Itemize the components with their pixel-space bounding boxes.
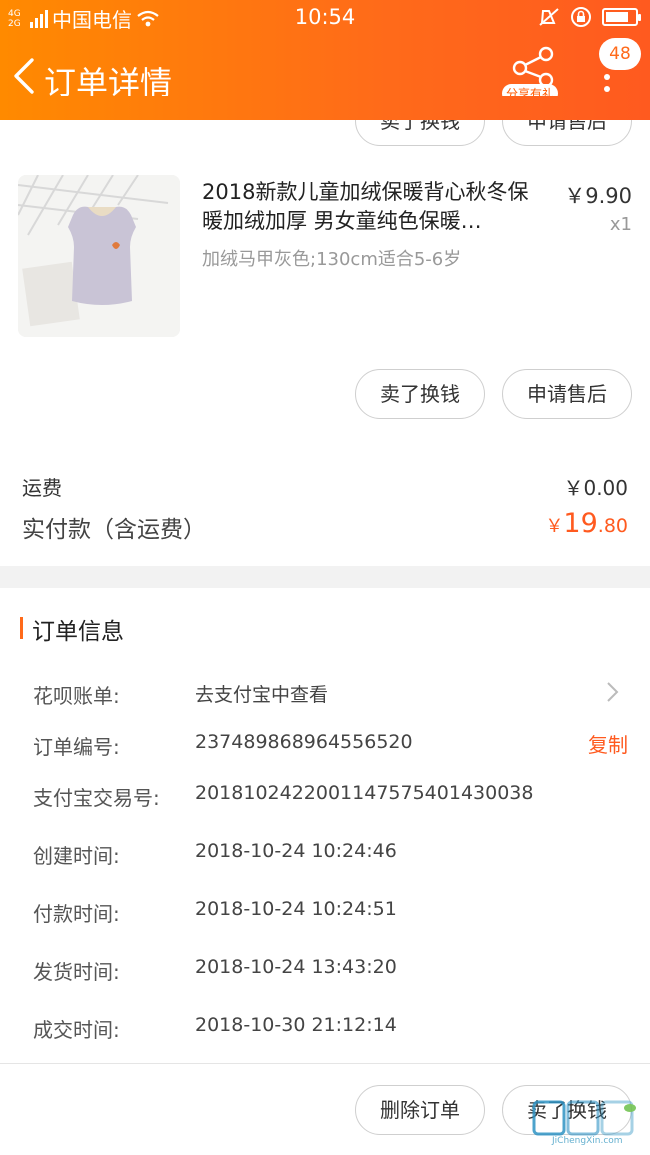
page-title: 订单详情 [44,64,173,102]
info-label: 成交时间: [33,1018,120,1042]
shipped-time-row: 发货时间: 2018-10-24 13:43:20 [0,948,650,988]
paid-decimal: .80 [597,515,628,537]
alipay-trade-row: 支付宝交易号: 2018102422001147575401430038 [0,774,650,814]
shipping-value: ￥0.00 [563,476,628,500]
info-value: 2018-10-24 13:43:20 [195,956,397,978]
after-sale-button[interactable]: 申请售后 [502,369,632,419]
info-label: 发货时间: [33,960,120,984]
product-title[interactable]: 2018新款儿童加绒保暖背心秋冬保暖加绒加厚 男女童纯色保暖… [202,178,542,238]
order-info-title: 订单信息 [32,619,124,645]
product-quantity: x1 [609,214,632,235]
info-value: 2018-10-30 21:12:14 [195,1014,397,1036]
info-value: 2018102422001147575401430038 [195,782,534,804]
watermark-text: JiChengXin.com [552,1136,623,1146]
created-time-row: 创建时间: 2018-10-24 10:24:46 [0,832,650,872]
site-watermark: JiChengXin.com [532,1098,642,1150]
product-photo [18,175,180,337]
info-label: 订单编号: [33,735,120,759]
paid-currency: ￥ [545,516,564,537]
after-sale-button-top[interactable]: 申请售后 [502,96,632,146]
info-label: 支付宝交易号: [33,786,160,810]
info-value: 2018-10-24 10:24:46 [195,840,397,862]
copy-button[interactable]: 复制 [588,729,628,758]
info-value: 237489868964556520 [195,731,413,753]
mute-icon [539,8,559,26]
product-image[interactable] [18,175,180,337]
product-price: ￥9.90 [564,184,632,208]
info-label: 付款时间: [33,902,120,926]
paid-integer: 19 [563,508,598,539]
rotation-lock-icon [571,7,591,27]
more-menu-button[interactable]: 48 [590,38,641,104]
info-value: 2018-10-24 10:24:51 [195,898,397,920]
chevron-right-icon [607,682,619,702]
info-label: 创建时间: [33,844,120,868]
status-bar: 4G 2G 中国电信 10:54 [0,0,650,36]
sell-button-top[interactable]: 卖了换钱 [355,96,485,146]
paid-label: 实付款（含运费） [22,517,206,543]
section-divider [0,566,650,588]
watermark-logo [532,1100,636,1136]
completed-time-row: 成交时间: 2018-10-30 21:12:14 [0,1006,650,1046]
section-accent-bar [20,617,23,639]
paid-time-row: 付款时间: 2018-10-24 10:24:51 [0,890,650,930]
delete-order-button[interactable]: 删除订单 [355,1085,485,1135]
info-value: 去支付宝中查看 [195,684,329,706]
product-sku: 加绒马甲灰色;130cm适合5-6岁 [202,249,462,270]
info-label: 花呗账单: [33,684,120,708]
status-right [538,6,641,28]
back-arrow-icon[interactable] [10,56,40,96]
paid-amount: ￥19.80 [545,508,628,539]
sell-button[interactable]: 卖了换钱 [355,369,485,419]
order-number-row: 订单编号: 237489868964556520 复制 [0,723,650,763]
shipping-label: 运费 [22,476,62,500]
message-count-badge: 48 [599,38,641,70]
battery-icon [602,8,641,26]
huabei-row[interactable]: 花呗账单: 去支付宝中查看 [0,672,650,712]
